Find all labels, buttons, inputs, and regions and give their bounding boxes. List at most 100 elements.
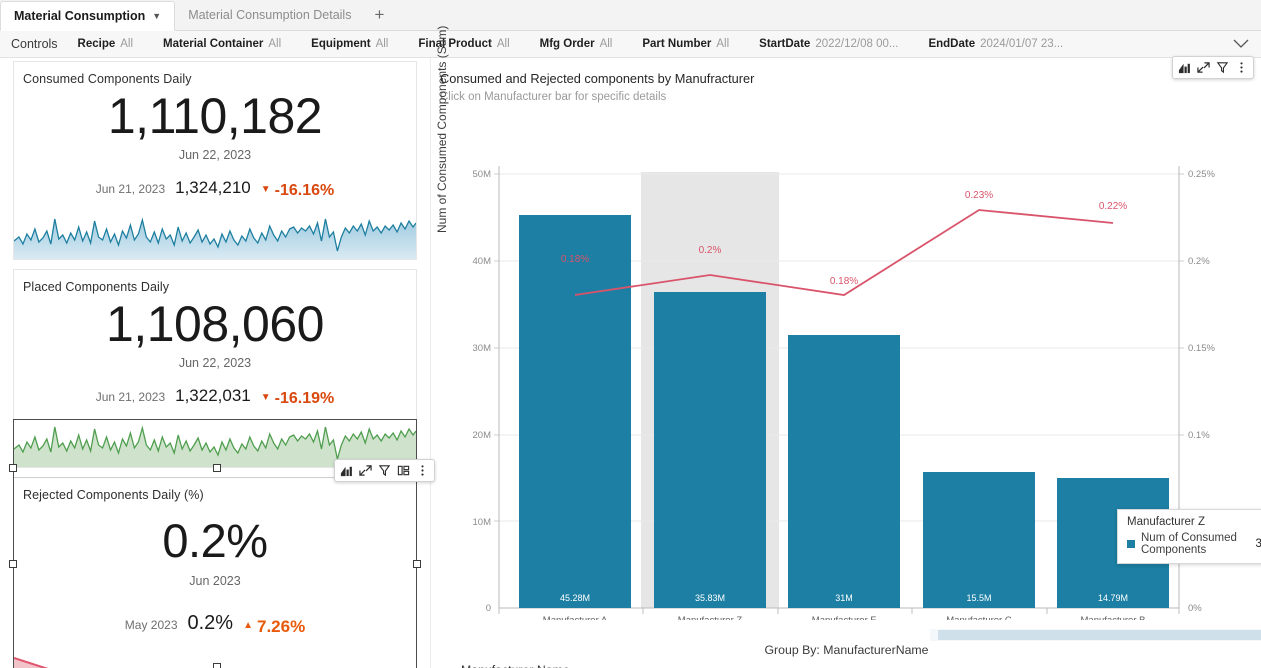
tooltip-title: Manufacturer Z	[1127, 516, 1205, 528]
control-key: Material Container	[163, 38, 264, 50]
kpi-compare-date: Jun 21, 2023	[95, 390, 166, 404]
kpi-value: 1,108,060	[106, 296, 324, 352]
scrollbar-thumb[interactable]	[938, 630, 1261, 640]
svg-text:0.15%: 0.15%	[1188, 343, 1215, 354]
plot-area: 50M 40M 30M 20M 10M 0 0.25% 0.2% 0.15% 0…	[431, 110, 1261, 620]
kpi-card-placed-components-daily[interactable]: Placed Components Daily 1,108,060 Jun 22…	[13, 269, 417, 468]
tab-label: Material Consumption Details	[188, 7, 352, 22]
kpi-column: Consumed Components Daily 1,110,182 Jun …	[0, 58, 430, 668]
svg-text:40M: 40M	[473, 256, 492, 267]
kpi-date: Jun 2023	[189, 573, 241, 588]
kpi-comparison: Jun 21, 2023 1,322,031 ▼ -16.19%	[14, 386, 416, 408]
chart-type-icon[interactable]	[1176, 59, 1193, 76]
tooltip-series-label: Num of Consumed Components	[1141, 532, 1237, 556]
svg-text:Manufacturer Z: Manufacturer Z	[678, 615, 743, 620]
control-key: Equipment	[311, 38, 371, 50]
svg-text:31M: 31M	[835, 593, 853, 603]
svg-text:0.2%: 0.2%	[1188, 256, 1210, 267]
resize-handle-top-left[interactable]	[9, 464, 17, 472]
chart-toolbar[interactable]	[1172, 56, 1254, 79]
kpi-card-title: Placed Components Daily	[23, 280, 170, 294]
x-axis-title: Manufacturer Name	[461, 663, 570, 668]
group-by-label: Group By: ManufacturerName	[764, 643, 929, 657]
svg-text:Manufacturer B: Manufacturer B	[1081, 615, 1146, 620]
svg-text:0.23%: 0.23%	[965, 190, 993, 201]
main-chart-panel: Consumed and Rejected components by Manu…	[430, 26, 1261, 668]
control-key: Recipe	[77, 38, 116, 50]
control-value: 2022/12/08 00...	[815, 38, 899, 50]
expand-icon[interactable]	[357, 462, 374, 479]
control-key: EndDate	[928, 38, 976, 50]
kpi-compare-value: 0.2%	[187, 611, 234, 634]
filter-icon[interactable]	[376, 462, 393, 479]
svg-text:0.1%: 0.1%	[1188, 430, 1210, 441]
bar-manufacturer-z	[654, 292, 766, 608]
x-axis-ticks: Manufacturer A Manufacturer Z Manufactur…	[498, 608, 1180, 620]
card-toolbar[interactable]	[334, 459, 435, 482]
resize-handle-middle-left[interactable]	[9, 560, 17, 568]
control-start-date[interactable]: StartDate 2022/12/08 00...	[759, 38, 898, 50]
controls-collapse-chevron-down-icon[interactable]	[1233, 38, 1249, 51]
more-options-icon[interactable]	[1233, 59, 1250, 76]
kpi-delta-value: -16.16%	[274, 182, 335, 199]
svg-text:0%: 0%	[1188, 603, 1202, 614]
tab-label: Material Consumption	[14, 9, 146, 23]
chart-title: Consumed and Rejected components by Manu…	[440, 71, 755, 86]
resize-handle-middle-right[interactable]	[413, 560, 421, 568]
filter-icon[interactable]	[1214, 59, 1231, 76]
add-tab-icon[interactable]: +	[364, 0, 394, 30]
kpi-value: 1,110,182	[107, 88, 323, 144]
y-axis-left-ticks: 50M 40M 30M 20M 10M 0	[473, 169, 499, 614]
controls-bar: Controls Recipe All Material Container A…	[0, 31, 1261, 58]
resize-handle-top-center[interactable]	[213, 464, 221, 472]
kpi-card-title: Consumed Components Daily	[23, 72, 192, 86]
svg-text:0.25%: 0.25%	[1188, 169, 1215, 180]
control-final-product[interactable]: Final Product All	[418, 38, 509, 50]
expand-icon[interactable]	[1195, 59, 1212, 76]
svg-text:35.83M: 35.83M	[695, 593, 725, 603]
control-equipment[interactable]: Equipment All	[311, 38, 388, 50]
layout-icon[interactable]	[395, 462, 412, 479]
svg-text:15.5M: 15.5M	[966, 593, 991, 603]
kpi-card-rejected-components-daily[interactable]: Rejected Components Daily (%) 0.2% Jun 2…	[13, 477, 417, 668]
kpi-delta: ▼ -16.16%	[261, 182, 335, 200]
resize-handle-bottom-center[interactable]	[213, 663, 221, 668]
control-end-date[interactable]: EndDate 2024/01/07 23...	[928, 38, 1063, 50]
control-recipe[interactable]: Recipe All	[78, 38, 134, 50]
kpi-card-consumed-components-daily[interactable]: Consumed Components Daily 1,110,182 Jun …	[13, 61, 417, 260]
more-options-icon[interactable]	[414, 462, 431, 479]
kpi-compare-date: May 2023	[124, 617, 178, 632]
bar-series	[519, 215, 1169, 608]
kpi-delta: ▲ 7.26%	[243, 617, 305, 637]
chart-subtitle: Click on Manufacturer bar for specific d…	[440, 91, 667, 103]
kpi-compare-value: 1,324,210	[175, 178, 251, 197]
control-key: Part Number	[642, 38, 712, 50]
svg-text:0.18%: 0.18%	[561, 254, 589, 265]
control-value: All	[496, 38, 510, 50]
svg-text:30M: 30M	[473, 343, 492, 354]
svg-text:20M: 20M	[473, 430, 492, 441]
svg-text:50M: 50M	[473, 169, 492, 180]
chart-tooltip: Manufacturer Z Num of Consumed Component…	[1117, 509, 1261, 564]
kpi-delta: ▼ -16.19%	[261, 390, 335, 408]
tooltip-series-swatch-icon	[1127, 540, 1135, 548]
kpi-date: Jun 22, 2023	[178, 356, 252, 370]
tab-bar: Material Consumption ▼ Material Consumpt…	[0, 0, 1261, 31]
tab-material-consumption[interactable]: Material Consumption ▼	[0, 1, 176, 31]
control-material-container[interactable]: Material Container All	[163, 38, 281, 50]
chart-horizontal-scrollbar[interactable]	[930, 629, 1261, 641]
svg-text:0: 0	[486, 603, 491, 614]
tab-material-consumption-details[interactable]: Material Consumption Details	[175, 0, 364, 30]
chevron-down-icon[interactable]: ▼	[152, 11, 161, 21]
svg-text:Manufacturer F: Manufacturer F	[812, 615, 877, 620]
dashboard-root: Material Consumption ▼ Material Consumpt…	[0, 0, 1261, 668]
svg-text:Manufacturer C: Manufacturer C	[946, 615, 1012, 620]
kpi-compare-value: 1,322,031	[175, 386, 251, 405]
svg-text:0.22%: 0.22%	[1099, 201, 1127, 212]
chart-type-icon[interactable]	[338, 462, 355, 479]
control-mfg-order[interactable]: Mfg Order All	[540, 38, 613, 50]
svg-text:10M: 10M	[473, 517, 492, 528]
bar-manufacturer-a	[519, 215, 631, 608]
control-part-number[interactable]: Part Number All	[642, 38, 729, 50]
trend-down-icon: ▼	[260, 184, 271, 195]
